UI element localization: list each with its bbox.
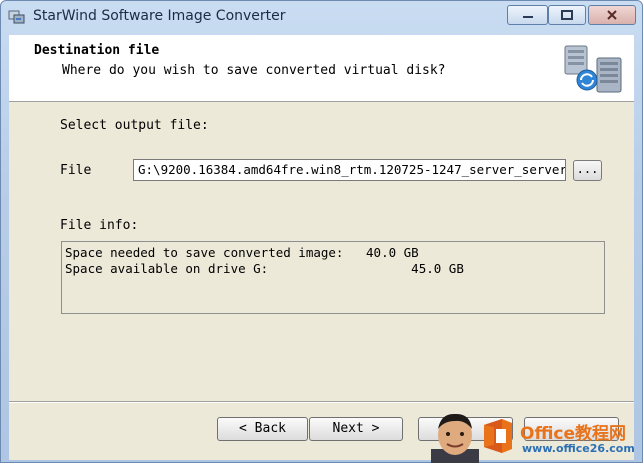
office-logo-icon	[484, 419, 512, 453]
back-button[interactable]: < Back	[217, 417, 308, 441]
watermark-url: www.office26.com	[522, 442, 635, 455]
next-button[interactable]: Next >	[309, 417, 403, 441]
page-title: Destination file	[34, 43, 160, 58]
watermark-brand: Office教程网	[520, 424, 627, 444]
output-file-field[interactable]: G:\9200.16384.amd64fre.win8_rtm.120725-1…	[133, 159, 566, 181]
wizard-header: Destination file Where do you wish to sa…	[9, 35, 634, 102]
maximize-icon	[561, 10, 573, 20]
app-disk-icon	[8, 10, 25, 24]
footer-divider	[9, 401, 634, 403]
wizard-body: Destination file Where do you wish to sa…	[9, 35, 634, 460]
close-button[interactable]	[588, 5, 636, 25]
window-title: StarWind Software Image Converter	[33, 8, 286, 24]
space-available-text: Space available on drive G: 45.0 GB	[65, 261, 464, 276]
person-avatar	[431, 413, 479, 463]
servers-logo-icon	[564, 45, 622, 93]
select-output-label: Select output file:	[60, 118, 209, 133]
converter-window: StarWind Software Image Converter Destin…	[0, 0, 643, 463]
minimize-button[interactable]	[507, 5, 548, 25]
file-label: File	[60, 163, 92, 178]
browse-button[interactable]: ...	[573, 160, 602, 181]
maximize-button[interactable]	[548, 5, 586, 25]
minimize-icon	[522, 16, 533, 18]
title-bar[interactable]: StarWind Software Image Converter	[1, 1, 642, 35]
page-subtitle: Where do you wish to save converted virt…	[62, 63, 446, 78]
file-info-box: Space needed to save converted image: 40…	[61, 241, 605, 314]
file-info-label: File info:	[60, 218, 139, 233]
close-icon	[607, 10, 617, 20]
space-needed-text: Space needed to save converted image: 40…	[65, 245, 419, 260]
